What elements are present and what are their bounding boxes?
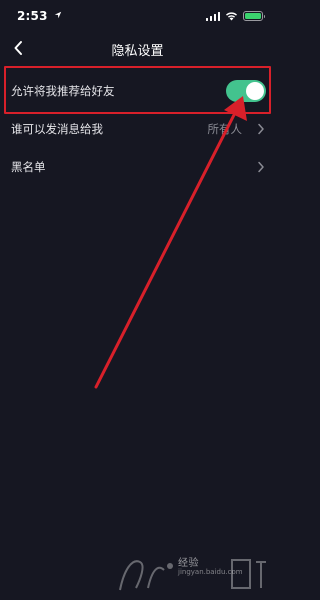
cellular-signal-icon xyxy=(205,11,220,21)
settings-row-blacklist[interactable]: 黑名单 xyxy=(0,148,275,186)
status-indicators xyxy=(205,10,265,22)
watermark: 经验 jingyan.baidu.com xyxy=(0,540,275,600)
location-arrow-icon xyxy=(54,11,62,19)
chevron-right-icon xyxy=(258,123,264,135)
watermark-url: jingyan.baidu.com xyxy=(178,568,243,576)
who-can-message-value: 所有人 xyxy=(207,122,243,136)
chevron-right-icon xyxy=(258,161,264,173)
wifi-icon xyxy=(226,12,237,21)
status-time: 2:53 xyxy=(17,9,48,23)
recommend-to-friends-label: 允许将我推荐给好友 xyxy=(11,84,115,98)
blacklist-label: 黑名单 xyxy=(11,160,46,174)
status-bar: 2:53 xyxy=(0,0,275,34)
battery-level xyxy=(245,13,261,19)
settings-row-who-can-message[interactable]: 谁可以发消息给我 所有人 xyxy=(0,110,275,148)
watermark-text: 经验 xyxy=(178,558,199,569)
nav-bar: 隐私设置 xyxy=(0,34,275,62)
settings-row-recommend-to-friends: 允许将我推荐给好友 xyxy=(0,72,275,110)
watermark-logo xyxy=(119,559,266,591)
battery-icon xyxy=(243,11,265,21)
who-can-message-label: 谁可以发消息给我 xyxy=(11,122,103,136)
toggle-knob xyxy=(246,82,264,100)
page-title: 隐私设置 xyxy=(111,44,164,59)
recommend-to-friends-toggle[interactable] xyxy=(226,80,266,102)
